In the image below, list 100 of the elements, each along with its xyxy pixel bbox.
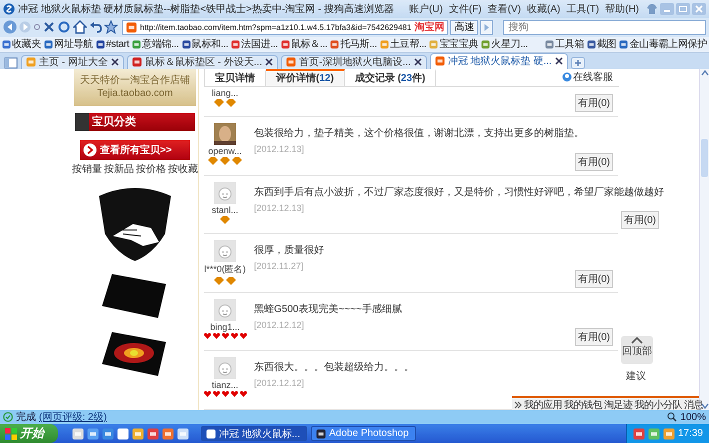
menu-item[interactable]: 查看(V): [488, 2, 521, 16]
search-field[interactable]: 搜狗: [503, 20, 706, 35]
close-icon[interactable]: [554, 57, 563, 66]
expand-icon[interactable]: [514, 401, 522, 410]
review-tab[interactable]: 评价详情(12): [266, 68, 345, 86]
mini-toolbar-link[interactable]: 我的小分队: [634, 398, 682, 410]
favicon-icon: [280, 40, 290, 49]
tray-icon[interactable]: [632, 428, 645, 440]
bookmark-link[interactable]: 托马斯...: [340, 37, 377, 52]
sort-link[interactable]: 按价格: [136, 162, 166, 176]
review-date: [2012.11.27]: [254, 261, 304, 272]
app-icon[interactable]: [177, 428, 189, 440]
zoom-level[interactable]: 100%: [680, 412, 706, 422]
bookmark-link[interactable]: 法国进...: [241, 37, 278, 52]
clock: 17:39: [678, 428, 703, 439]
bookmark-link[interactable]: 收藏夹: [12, 37, 42, 52]
toolbar-link[interactable]: 工具箱: [554, 37, 584, 52]
zoom-icon[interactable]: [667, 412, 678, 422]
menu-item[interactable]: 账户(U): [408, 2, 443, 16]
bookmark-link[interactable]: 网址导航: [54, 37, 93, 52]
bookmark-link[interactable]: 鼠标和...: [192, 37, 228, 52]
toolbar-link[interactable]: 截图: [596, 37, 616, 52]
scroll-up-icon[interactable]: [700, 68, 708, 77]
chevron-up-icon: [631, 336, 643, 344]
useful-button[interactable]: 有用(0): [574, 270, 613, 288]
tray-icon[interactable]: [662, 428, 675, 440]
tray-icon[interactable]: [648, 428, 660, 440]
site-icon: [126, 22, 137, 33]
browser-logo-icon: [3, 2, 15, 15]
sort-link[interactable]: 按新品: [104, 162, 134, 176]
browser-tab[interactable]: 主页 - 网址大全: [21, 54, 124, 69]
online-service-link[interactable]: 在线客服: [573, 70, 613, 84]
toolbar-link[interactable]: 金山毒霸上网保护: [629, 37, 707, 52]
app-icon[interactable]: [162, 428, 174, 440]
home-icon[interactable]: [73, 20, 87, 34]
close-icon[interactable]: [110, 58, 119, 66]
review-text: 东西到手后有点小波折，不过厂家态度很好，又是特价，习惯性好评吧，希望厂家能越做越好: [254, 186, 664, 199]
mini-toolbar-link[interactable]: 消息: [684, 398, 703, 410]
undo-icon[interactable]: [89, 20, 102, 34]
useful-button[interactable]: 有用(0): [620, 211, 659, 230]
user-name: tianz...: [212, 380, 238, 390]
favicon-icon: [481, 40, 490, 49]
address-field[interactable]: http://item.taobao.com/item.htm?spm=a1z10.1.w4.5.17bfa3&id=7542629481 淘宝网: [122, 20, 448, 35]
windows-logo-icon: [5, 428, 17, 440]
menu-item[interactable]: 文件(F): [448, 2, 482, 16]
user-name: openw...: [208, 146, 242, 156]
useful-button[interactable]: 有用(0): [574, 94, 613, 112]
app-icon[interactable]: [147, 428, 159, 440]
mini-toolbar-link[interactable]: 淘足迹: [604, 398, 632, 410]
review-text: 黑蝰G500表现完美~~~~手感细腻: [254, 302, 403, 316]
favicon-icon: [330, 40, 340, 49]
star-icon[interactable]: [104, 20, 118, 34]
review-date: [2012.12.12]: [254, 378, 306, 388]
bookmark-link[interactable]: 鼠标＆...: [290, 37, 328, 52]
browser-tab[interactable]: 鼠标＆鼠标垫区 - 外设天...: [126, 54, 278, 69]
feedback-link[interactable]: 建议: [626, 368, 646, 383]
sort-link[interactable]: 按收藏: [168, 162, 198, 176]
menu-item[interactable]: 工具(T): [566, 2, 600, 16]
chat-person-icon: [562, 72, 572, 82]
useful-button[interactable]: 有用(0): [574, 328, 613, 346]
favicon-icon: [429, 40, 438, 49]
review-tab[interactable]: 宝贝详情: [205, 68, 266, 86]
window-title: 冲冠 地狱火鼠标垫 硬材质鼠标垫--树脂垫<铁甲战士>热卖中-淘宝网 - 搜狗高速浏览器: [18, 2, 396, 16]
bookmark-link[interactable]: #start: [106, 38, 130, 50]
bookmark-link[interactable]: 火星刀...: [491, 37, 528, 52]
review-date: [2012.12.13]: [254, 144, 306, 154]
sort-link[interactable]: 按销量: [72, 162, 102, 176]
menu-item[interactable]: 帮助(H): [605, 2, 639, 16]
refresh-icon[interactable]: [57, 20, 71, 34]
app-icon[interactable]: [87, 428, 99, 440]
taskbar-button[interactable]: 冲冠 地狱火鼠标...: [201, 426, 308, 441]
new-tab-icon[interactable]: [570, 56, 585, 69]
close-icon[interactable]: [265, 58, 274, 66]
bookmark-link[interactable]: 土豆帮...: [390, 37, 426, 52]
review-date: [2012.12.12]: [254, 320, 306, 330]
page-rating-link[interactable]: (网页评级: 2级): [39, 410, 107, 424]
user-name: l***0(匿名): [204, 263, 246, 276]
useful-button[interactable]: 有用(0): [574, 152, 613, 171]
shirt-icon[interactable]: [646, 2, 658, 15]
bookmark-link[interactable]: 意端锦...: [142, 37, 179, 52]
diamond-icon: [220, 216, 230, 224]
mini-toolbar-link[interactable]: 我的应用: [524, 398, 562, 410]
view-all-button[interactable]: 查看所有宝贝>>: [80, 140, 190, 160]
category-heading: 宝贝分类: [75, 112, 195, 131]
user-name: liang...: [212, 88, 238, 98]
sidebar-toggle-icon[interactable]: [4, 56, 18, 69]
close-icon[interactable]: [43, 20, 55, 34]
browser-tab[interactable]: 冲冠 地狱火鼠标垫 硬...: [430, 52, 568, 69]
review-tab[interactable]: 成交记录 (23件): [344, 68, 436, 86]
menu-item[interactable]: 收藏(A): [526, 2, 560, 16]
close-icon[interactable]: [414, 58, 422, 66]
browser-tab[interactable]: 首页-深圳地狱火电脑设...: [281, 54, 427, 69]
mini-toolbar-link[interactable]: 我的钱包: [564, 398, 602, 410]
bookmark-link[interactable]: 宝宝宝典: [439, 37, 478, 52]
taskbar-button[interactable]: Adobe Photoshop: [311, 426, 416, 441]
back-to-top-button[interactable]: 回顶部: [621, 336, 653, 364]
user-name: bing1...: [210, 322, 240, 332]
back-icon[interactable]: [3, 20, 17, 34]
speed-button[interactable]: 高速: [450, 20, 478, 35]
scrollbar-thumb[interactable]: [701, 138, 708, 177]
